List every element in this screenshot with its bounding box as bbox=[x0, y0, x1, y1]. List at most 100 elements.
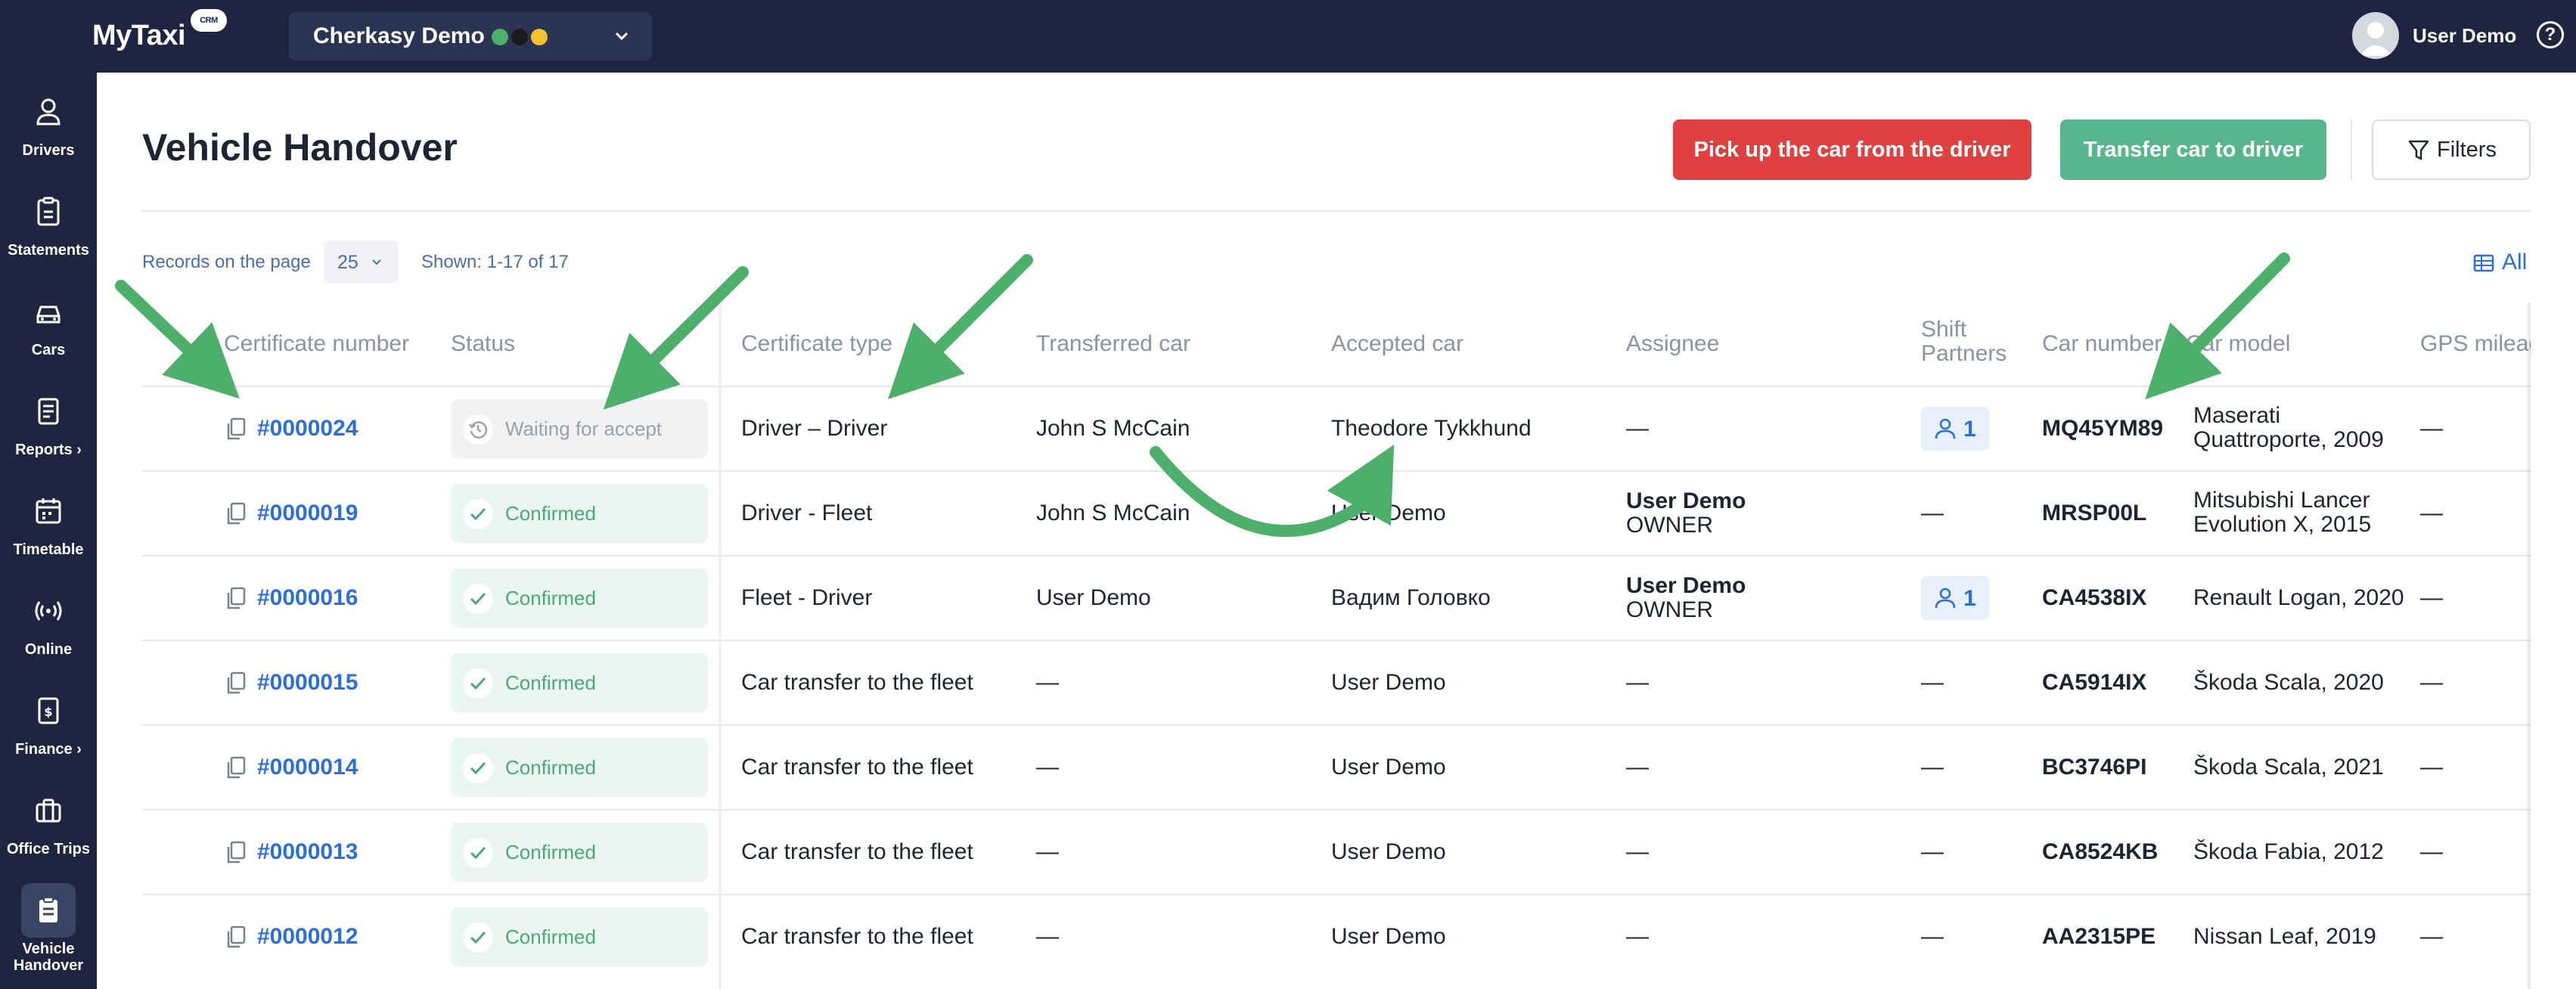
accepted-car: User Demo bbox=[1331, 839, 1446, 864]
user-name[interactable]: User Demo bbox=[2413, 24, 2516, 48]
car-number: CA5914IX bbox=[2042, 670, 2147, 695]
certificate-type: Car transfer to the fleet bbox=[741, 755, 973, 780]
shift-partners-badge[interactable]: 1 bbox=[1921, 407, 1989, 451]
accepted-car: User Demo bbox=[1331, 501, 1446, 526]
sidebar-item-label: Finance › bbox=[15, 741, 82, 758]
person-icon bbox=[1935, 418, 1956, 439]
person-icon bbox=[1935, 588, 1956, 609]
sidebar-item-reports[interactable]: Reports › bbox=[0, 372, 97, 472]
filter-icon bbox=[2408, 140, 2429, 160]
certificate-link[interactable]: #0000014 bbox=[257, 755, 358, 780]
filters-button[interactable]: Filters bbox=[2372, 119, 2531, 180]
copy-icon[interactable] bbox=[225, 841, 247, 865]
transferred-car: — bbox=[1036, 924, 1059, 949]
car-number: CA4538IX bbox=[2042, 585, 2147, 610]
copy-icon[interactable] bbox=[225, 502, 247, 526]
car-model: Škoda Scala, 2021 bbox=[2193, 755, 2384, 780]
handover-icon bbox=[39, 897, 57, 922]
sidebar-item-label: Vehicle Handover bbox=[13, 941, 84, 974]
sidebar: Drivers Statements Cars Reports › Timeta… bbox=[0, 73, 97, 989]
status-text: Confirmed bbox=[505, 756, 596, 779]
status-badge: Confirmed bbox=[451, 907, 708, 966]
column-header-certificate-number[interactable]: Certificate number bbox=[224, 331, 409, 357]
copy-icon[interactable] bbox=[225, 925, 247, 950]
column-header-transferred-car[interactable]: Transferred car bbox=[1036, 331, 1190, 357]
gps-mileage: — bbox=[2420, 501, 2443, 526]
certificate-link[interactable]: #0000024 bbox=[257, 416, 358, 442]
copy-icon[interactable] bbox=[225, 671, 247, 696]
avatar[interactable] bbox=[2352, 12, 2399, 59]
car-model: Maserati Quattroporte, 2009 bbox=[2193, 403, 2384, 452]
status-text: Confirmed bbox=[505, 671, 596, 694]
certificate-link[interactable]: #0000012 bbox=[257, 924, 358, 950]
shift-partners-count: — bbox=[1921, 839, 1944, 864]
crm-badge: CRM bbox=[191, 9, 227, 32]
table-row[interactable]: #0000016 Confirmed Fleet - Driver User Demo… bbox=[142, 555, 2531, 640]
check-icon bbox=[470, 677, 486, 690]
assignee-name: User Demo bbox=[1626, 573, 1746, 598]
column-header-shift-partners[interactable]: Shift Partners bbox=[1921, 318, 2019, 366]
top-bar: MyTaxi CRM Cherkasy Demo User Demo ? bbox=[0, 0, 2576, 73]
svg-text:$: $ bbox=[44, 705, 52, 719]
sidebar-item-cars[interactable]: Cars bbox=[0, 272, 97, 372]
assignee-name: — bbox=[1626, 755, 1649, 780]
column-header-status[interactable]: Status bbox=[451, 331, 515, 357]
certificate-type: Car transfer to the fleet bbox=[741, 839, 973, 864]
records-per-page-select[interactable]: 25 bbox=[324, 240, 398, 283]
transfer-car-button[interactable]: Transfer car to driver bbox=[2060, 119, 2326, 180]
assignee-role: OWNER bbox=[1626, 513, 1713, 538]
sidebar-item-office-trips[interactable]: Office Trips bbox=[0, 771, 97, 871]
certificate-link[interactable]: #0000019 bbox=[257, 501, 358, 526]
table-row[interactable]: #0000013 Confirmed Car transfer to the fle… bbox=[142, 809, 2531, 894]
shift-partners-badge[interactable]: 1 bbox=[1921, 576, 1989, 620]
car-icon bbox=[36, 305, 61, 324]
car-number: MQ45YM89 bbox=[2042, 416, 2164, 441]
fleet-selector[interactable]: Cherkasy Demo bbox=[289, 12, 652, 60]
certificate-link[interactable]: #0000016 bbox=[257, 585, 358, 611]
car-model: Mitsubishi Lancer Evolution X, 2015 bbox=[2193, 488, 2372, 537]
sidebar-item-online[interactable]: Online bbox=[0, 572, 97, 671]
accepted-car: User Demo bbox=[1331, 924, 1446, 949]
sidebar-item-statements[interactable]: Statements bbox=[0, 172, 97, 272]
certificate-link[interactable]: #0000015 bbox=[257, 670, 358, 696]
column-header-certificate-type[interactable]: Certificate type bbox=[741, 331, 892, 357]
sidebar-item-label: Statements bbox=[8, 242, 89, 259]
pickup-car-button[interactable]: Pick up the car from the driver bbox=[1673, 119, 2031, 180]
sidebar-item-label: Online bbox=[24, 641, 73, 658]
certificate-link[interactable]: #0000013 bbox=[257, 839, 358, 865]
sidebar-item-drivers[interactable]: Drivers bbox=[0, 73, 97, 172]
assignee-name: — bbox=[1626, 416, 1649, 441]
sidebar-item-label: Timetable bbox=[13, 541, 84, 558]
sidebar-item-finance[interactable]: $ Finance › bbox=[0, 671, 97, 771]
assignee-name: — bbox=[1626, 924, 1649, 949]
table-row[interactable]: #0000012 Confirmed Car transfer to the fle… bbox=[142, 894, 2531, 978]
transferred-car: John S McCain bbox=[1036, 501, 1190, 526]
table-row[interactable]: #0000014 Confirmed Car transfer to the fle… bbox=[142, 724, 2531, 809]
copy-icon[interactable] bbox=[225, 587, 247, 611]
assignee-role: OWNER bbox=[1626, 597, 1713, 622]
copy-icon[interactable] bbox=[225, 756, 247, 780]
help-icon[interactable]: ? bbox=[2537, 21, 2564, 48]
certificate-type: Car transfer to the fleet bbox=[741, 924, 973, 949]
accepted-car: User Demo bbox=[1331, 670, 1446, 695]
shift-partners-count: — bbox=[1921, 501, 1944, 526]
column-header-gps-mileage[interactable]: GPS mileag bbox=[2420, 331, 2531, 357]
table-row[interactable]: #0000024 Waiting for accept Driver – Drive… bbox=[142, 386, 2531, 470]
check-icon bbox=[470, 761, 486, 775]
sidebar-item-timetable[interactable]: Timetable bbox=[0, 472, 97, 572]
fleet-status-yellow-icon bbox=[531, 29, 548, 45]
status-text: Confirmed bbox=[505, 502, 596, 525]
report-icon bbox=[38, 398, 59, 425]
sidebar-item-vehicle-handover[interactable]: Vehicle Handover bbox=[0, 871, 97, 974]
table-row[interactable]: #0000019 Confirmed Driver - Fleet John S Mc… bbox=[142, 470, 2531, 555]
column-header-car-number[interactable]: Car number bbox=[2042, 331, 2162, 357]
column-header-car-model[interactable]: Car model bbox=[2186, 331, 2290, 357]
app-logo[interactable]: MyTaxi CRM bbox=[92, 9, 227, 52]
column-header-assignee[interactable]: Assignee bbox=[1626, 331, 1719, 357]
table-row[interactable]: #0000015 Confirmed Car transfer to the fle… bbox=[142, 640, 2531, 724]
records-per-page-value: 25 bbox=[337, 252, 358, 273]
copy-icon[interactable] bbox=[225, 417, 247, 442]
accepted-car: Theodore Tykkhund bbox=[1331, 416, 1532, 441]
shift-partners-count: — bbox=[1921, 755, 1944, 780]
column-header-accepted-car[interactable]: Accepted car bbox=[1331, 331, 1463, 357]
